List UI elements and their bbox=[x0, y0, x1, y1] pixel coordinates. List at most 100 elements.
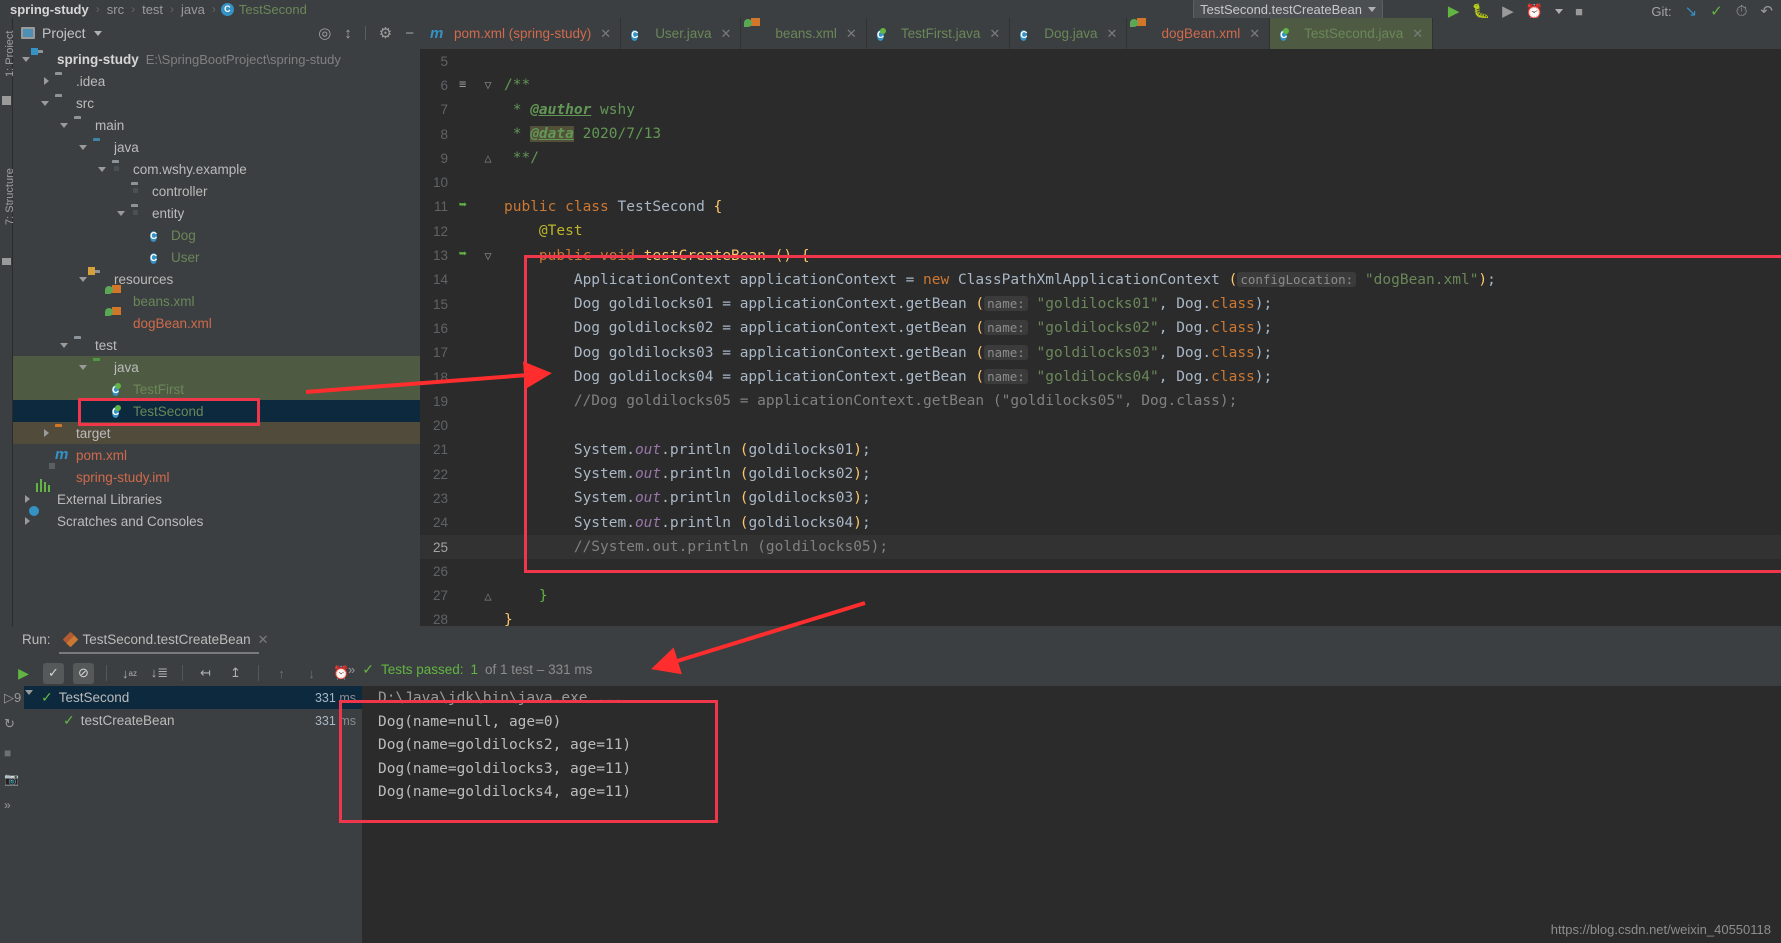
chevron-down-icon[interactable] bbox=[116, 207, 129, 220]
code-text: @Test bbox=[538, 223, 583, 240]
tree-item-testsecond[interactable]: C TestSecond bbox=[13, 400, 420, 422]
chevron-down-icon[interactable] bbox=[78, 361, 91, 374]
tree-item-external-libraries[interactable]: External Libraries bbox=[13, 479, 420, 510]
run-tab[interactable]: TestSecond.testCreateBean ✕ bbox=[58, 632, 275, 654]
chevron-down-icon[interactable] bbox=[78, 141, 91, 154]
run-method-icon[interactable]: ➥ bbox=[459, 247, 467, 262]
hide-ignored-icon[interactable]: ⊘ bbox=[73, 662, 94, 684]
gear-icon[interactable]: ⚙ bbox=[379, 24, 392, 42]
editor-tab-beans-xml[interactable]: beans.xml ✕ bbox=[741, 18, 867, 49]
chevron-right-icon[interactable] bbox=[21, 515, 34, 528]
next-failed-icon[interactable]: ↓ bbox=[301, 663, 322, 684]
git-history-icon[interactable]: ⏱ bbox=[1736, 3, 1748, 20]
breadcrumb-item-1[interactable]: src bbox=[105, 2, 126, 17]
stop-side-icon[interactable]: ■ bbox=[4, 746, 20, 762]
breadcrumb-item-3[interactable]: java bbox=[179, 2, 207, 17]
expand-output-icon[interactable]: » bbox=[348, 662, 355, 677]
breadcrumb-item-0[interactable]: spring-study bbox=[8, 2, 91, 17]
close-icon[interactable]: ✕ bbox=[720, 26, 731, 42]
chevron-right-icon[interactable] bbox=[21, 493, 34, 506]
chevron-right-icon[interactable] bbox=[40, 427, 53, 440]
tree-item-entity[interactable]: entity bbox=[13, 202, 420, 224]
tree-item-dog[interactable]: C Dog bbox=[13, 224, 420, 246]
console-line: Dog(name=goldilocks4, age=11) bbox=[378, 784, 632, 800]
code-editor[interactable]: 5 6 ≡ ▽/** 7 * @author wshy 8 * @data 2020/7/… bbox=[420, 49, 1781, 626]
close-icon[interactable]: ✕ bbox=[989, 26, 1000, 42]
tree-item-spring-study-iml[interactable]: spring-study.iml bbox=[13, 466, 420, 488]
chevron-down-icon[interactable] bbox=[59, 119, 72, 132]
project-tree[interactable]: spring-study E:\SpringBootProject\spring-… bbox=[13, 48, 420, 626]
editor-tab-dogbean-xml[interactable]: dogBean.xml ✕ bbox=[1127, 18, 1271, 49]
tree-item-java[interactable]: java bbox=[13, 136, 420, 158]
editor-tab-user-java[interactable]: C User.java ✕ bbox=[621, 18, 742, 49]
sort-alphabetically-icon[interactable]: ↓ az bbox=[119, 663, 140, 684]
fold-end-icon[interactable]: △ bbox=[484, 589, 491, 603]
tests-passed-count: 1 bbox=[470, 662, 479, 677]
console-output[interactable]: D:\Java\jdk\bin\java.exe ... Dog(name=nul… bbox=[362, 686, 1781, 943]
sort-by-duration-icon[interactable]: ↓≣ bbox=[149, 663, 170, 684]
restart-side-icon[interactable]: ↻ bbox=[4, 716, 20, 732]
close-icon[interactable]: ✕ bbox=[1249, 26, 1260, 42]
test-class-icon: C bbox=[112, 385, 120, 396]
more-side-icon[interactable]: » bbox=[4, 798, 20, 814]
run-configuration-selector[interactable]: TestSecond.testCreateBean bbox=[1193, 0, 1383, 20]
tree-item-testfirst[interactable]: C TestFirst bbox=[13, 378, 420, 400]
fold-open-icon[interactable]: ▽ bbox=[484, 78, 491, 92]
close-icon[interactable]: ✕ bbox=[846, 26, 857, 42]
tree-item--idea[interactable]: .idea bbox=[13, 70, 420, 92]
close-icon[interactable]: ✕ bbox=[1107, 26, 1118, 42]
code-line-7: 7 * @author wshy bbox=[420, 98, 1781, 122]
breadcrumb-item-4[interactable]: TestSecond bbox=[237, 2, 309, 17]
collapse-all-icon[interactable]: ↥ bbox=[225, 663, 246, 684]
collapse-all-icon[interactable]: ↕ bbox=[344, 25, 352, 42]
stop-icon[interactable]: ■ bbox=[1575, 4, 1583, 19]
show-passed-icon[interactable]: ✓ bbox=[43, 662, 64, 684]
locate-icon[interactable]: ◎ bbox=[318, 24, 331, 42]
chevron-down-icon[interactable] bbox=[93, 30, 102, 36]
code-line-5: 5 bbox=[420, 49, 1781, 73]
run-class-icon[interactable]: ➥ bbox=[459, 198, 467, 213]
tree-item-target[interactable]: target bbox=[13, 422, 420, 444]
rerun-icon[interactable]: ▶ bbox=[13, 663, 34, 684]
editor-tab-testfirst-java[interactable]: C TestFirst.java ✕ bbox=[867, 18, 1011, 49]
tree-item-controller[interactable]: controller bbox=[13, 180, 420, 202]
chevron-down-icon[interactable] bbox=[59, 339, 72, 352]
dump-side-icon[interactable]: 📷 bbox=[4, 772, 20, 788]
chevron-down-icon[interactable] bbox=[1555, 8, 1564, 14]
chevron-right-icon[interactable] bbox=[40, 75, 53, 88]
chevron-down-icon[interactable] bbox=[40, 97, 53, 110]
tree-item-main[interactable]: main bbox=[13, 114, 420, 136]
test-duration: 331 ms bbox=[314, 690, 356, 705]
test-results-tree[interactable]: ✓ TestSecond 331 ms ✓ testCreateBean 331 ms bbox=[24, 686, 362, 943]
tree-item-beans-xml[interactable]: beans.xml bbox=[13, 290, 420, 312]
fold-open-icon[interactable]: ▽ bbox=[484, 249, 491, 263]
breadcrumb-item-2[interactable]: test bbox=[140, 2, 165, 17]
tree-item-dogbean-xml[interactable]: dogBean.xml bbox=[13, 312, 420, 334]
editor-tab-pom-xml-spring-study-[interactable]: m pom.xml (spring-study) ✕ bbox=[420, 18, 622, 49]
line-number: 19 bbox=[432, 393, 448, 409]
fold-end-icon[interactable]: △ bbox=[484, 151, 491, 165]
tree-item-pom-xml[interactable]: m pom.xml bbox=[13, 444, 420, 466]
tree-item-com-wshy-example[interactable]: com.wshy.example bbox=[13, 158, 420, 180]
tree-item-user[interactable]: C User bbox=[13, 246, 420, 268]
tree-item-scratches-and-consoles[interactable]: Scratches and Consoles bbox=[13, 510, 420, 532]
expand-all-icon[interactable]: ↤ bbox=[195, 663, 216, 684]
test-row-testsecond[interactable]: ✓ TestSecond 331 ms bbox=[24, 686, 362, 709]
chevron-down-icon[interactable] bbox=[97, 163, 110, 176]
hide-icon[interactable]: − bbox=[405, 25, 414, 42]
editor-tab-dog-java[interactable]: C Dog.java ✕ bbox=[1010, 18, 1128, 49]
rerun-side-icon[interactable]: ▷9 bbox=[4, 690, 21, 706]
editor-tab-testsecond-java[interactable]: C TestSecond.java ✕ bbox=[1270, 18, 1434, 49]
tree-item-spring-study[interactable]: spring-study E:\SpringBootProject\spring-… bbox=[13, 48, 420, 70]
close-icon[interactable]: ✕ bbox=[600, 26, 611, 42]
close-icon[interactable]: ✕ bbox=[1412, 26, 1423, 42]
profile-icon[interactable]: ⏰ bbox=[1526, 3, 1543, 20]
close-icon[interactable]: ✕ bbox=[258, 632, 269, 648]
console-line: Dog(name=goldilocks3, age=11) bbox=[378, 760, 632, 777]
tree-item-test[interactable]: test bbox=[13, 334, 420, 356]
prev-failed-icon[interactable]: ↑ bbox=[271, 663, 292, 684]
tree-item-src[interactable]: src bbox=[13, 92, 420, 114]
tree-item-java[interactable]: java bbox=[13, 356, 420, 378]
tree-item-resources[interactable]: resources bbox=[13, 267, 420, 290]
test-row-testcreatebean[interactable]: ✓ testCreateBean 331 ms bbox=[24, 709, 362, 732]
